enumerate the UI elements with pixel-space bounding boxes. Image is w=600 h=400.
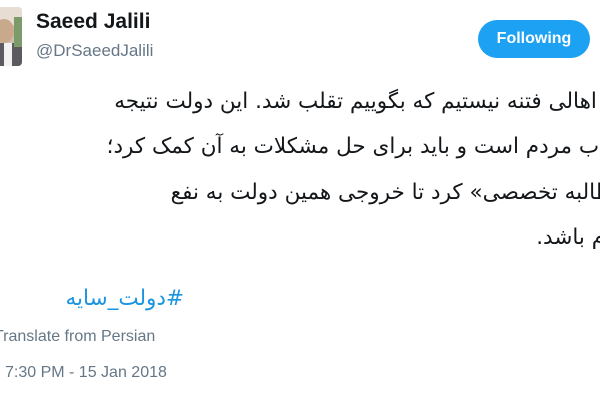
translate-link[interactable]: Translate from Persian xyxy=(0,328,155,346)
hashtag-link[interactable]: #دولت_سایه xyxy=(66,283,184,315)
tweet-text-line: مردم باشد. xyxy=(536,225,600,250)
user-handle[interactable]: @DrSaeedJalili xyxy=(36,41,153,61)
tweet-card: Saeed Jalili @DrSaeedJalili Following مث… xyxy=(0,0,600,400)
following-button[interactable]: Following xyxy=(478,20,590,58)
avatar-image xyxy=(0,7,22,66)
tweet-text-line: «مطالبه تخصصی» کرد تا خروجی همین دولت به… xyxy=(170,180,600,205)
tweet-timestamp[interactable]: 7:30 PM - 15 Jan 2018 xyxy=(5,364,167,382)
tweet-text-line: مثل اهالی فتنه نیستیم که بگوییم تقلب شد.… xyxy=(114,89,600,114)
avatar[interactable] xyxy=(0,7,22,66)
display-name[interactable]: Saeed Jalili xyxy=(36,10,150,34)
tweet-text-line: انتخاب مردم است و باید برای حل مشکلات به… xyxy=(106,134,600,159)
